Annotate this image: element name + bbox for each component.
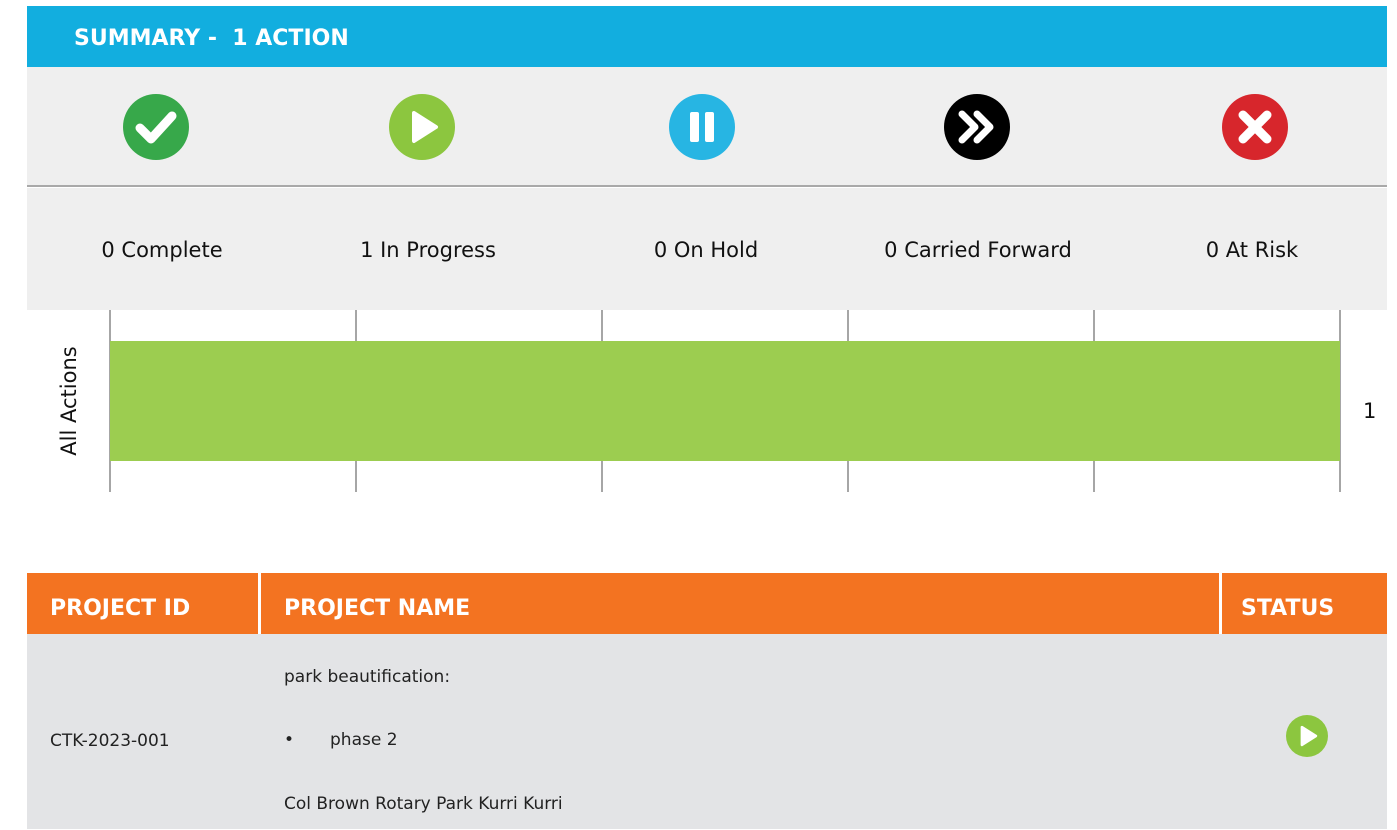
project-name-bullet-item: phase 2 xyxy=(330,730,398,750)
summary-title: SUMMARY - 1 ACTION xyxy=(74,26,349,51)
chart-svg: All Actions 1 xyxy=(57,310,1376,492)
fast-forward-icon xyxy=(944,94,1010,160)
status-count-band: 0 Complete 1 In Progress 0 On Hold 0 Car… xyxy=(27,188,1387,310)
pause-icon xyxy=(669,94,735,160)
close-icon xyxy=(1222,94,1288,160)
header-status: STATUS xyxy=(1241,596,1335,621)
header-divider xyxy=(1219,573,1222,634)
table-row: CTK-2023-001 park beautification: • phas… xyxy=(27,634,1387,829)
count-on-hold: 0 On Hold xyxy=(653,238,759,262)
check-icon xyxy=(123,94,189,160)
status-icon-band xyxy=(27,67,1387,187)
chart-bar xyxy=(110,341,1340,461)
play-icon xyxy=(1286,715,1328,757)
actions-bar-chart: All Actions 1 xyxy=(27,310,1397,495)
summary-header: SUMMARY - 1 ACTION xyxy=(27,6,1387,67)
table-header: PROJECT ID PROJECT NAME STATUS xyxy=(27,573,1387,634)
count-at-risk: 0 At Risk xyxy=(1205,238,1299,262)
chart-data-label: 1 xyxy=(1363,399,1376,423)
project-name-line: park beautification: xyxy=(284,667,451,687)
header-project-name: PROJECT NAME xyxy=(284,596,471,621)
play-icon xyxy=(389,94,455,160)
project-id-cell: CTK-2023-001 xyxy=(50,731,170,751)
count-complete: 0 Complete xyxy=(101,238,223,262)
header-divider xyxy=(258,573,261,634)
chart-category-label: All Actions xyxy=(57,346,81,455)
count-carried-forward: 0 Carried Forward xyxy=(884,238,1072,262)
count-in-progress: 1 In Progress xyxy=(360,238,496,262)
bullet-marker: • xyxy=(284,730,295,750)
project-location-line: Col Brown Rotary Park Kurri Kurri xyxy=(284,794,563,814)
header-project-id: PROJECT ID xyxy=(50,596,191,621)
